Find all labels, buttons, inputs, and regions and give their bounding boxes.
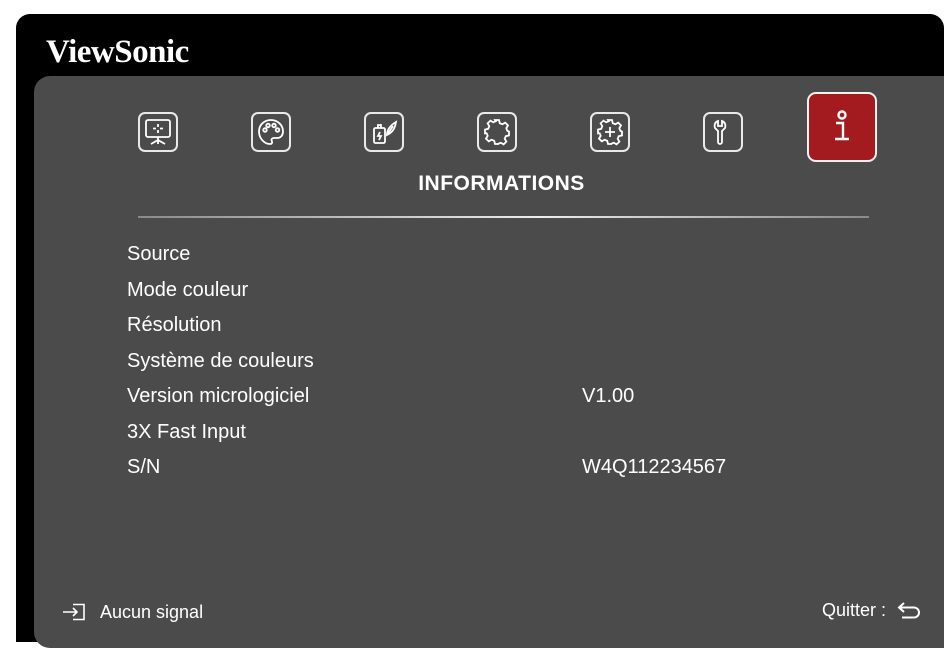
exit-hint[interactable]: Quitter : [822, 596, 922, 624]
power-management-icon [373, 120, 398, 144]
palette-icon [258, 119, 284, 145]
info-label: Résolution [127, 314, 222, 336]
osd-frame: ViewSonic INFORMATIONS Source Mode coule… [16, 14, 944, 648]
title-divider [138, 216, 869, 218]
info-label: S/N [127, 456, 161, 478]
tab-picture[interactable] [251, 112, 291, 152]
input-status: Aucun signal [62, 598, 203, 626]
return-icon [897, 602, 920, 619]
exit-label: Quitter : [821, 599, 886, 620]
info-row-resolution[interactable]: Résolution [127, 311, 887, 347]
tab-basic[interactable] [477, 112, 517, 152]
status-label: Aucun signal [100, 601, 204, 622]
tab-display[interactable] [138, 112, 178, 152]
info-row-color-system[interactable]: Système de couleurs [127, 347, 887, 383]
info-value: V1.00 [582, 385, 635, 407]
input-source-icon [63, 603, 85, 621]
menu-title: INFORMATIONS [418, 172, 585, 195]
wrench-icon [713, 119, 727, 145]
advanced-gear-icon [597, 119, 623, 146]
gear-icon [484, 119, 510, 146]
info-row-color-mode[interactable]: Mode couleur [127, 276, 887, 312]
tab-advanced[interactable] [590, 112, 630, 152]
info-label: Source [127, 243, 191, 265]
osd-menu-panel: INFORMATIONS Source Mode couleur Résolut… [34, 76, 944, 648]
info-value: W4Q112234567 [582, 456, 727, 478]
tab-system[interactable] [703, 112, 743, 152]
info-label: Mode couleur [127, 278, 249, 301]
info-row-source[interactable]: Source [127, 240, 887, 276]
info-label: Version micrologiciel [127, 385, 310, 407]
info-label: 3X Fast Input [127, 420, 246, 443]
info-row-fast-input[interactable]: 3X Fast Input [127, 418, 887, 454]
tab-information[interactable] [807, 92, 877, 162]
info-list: Source Mode couleur Résolution Système d… [127, 240, 887, 489]
info-row-firmware-version[interactable]: Version micrologiciel V1.00 [127, 382, 887, 418]
info-icon [835, 110, 849, 141]
tab-power[interactable] [364, 112, 404, 152]
brand-logo: ViewSonic [46, 34, 189, 70]
display-icon [145, 119, 171, 145]
info-label: Système de couleurs [127, 349, 314, 372]
info-row-serial-number[interactable]: S/N W4Q112234567 [127, 453, 887, 489]
